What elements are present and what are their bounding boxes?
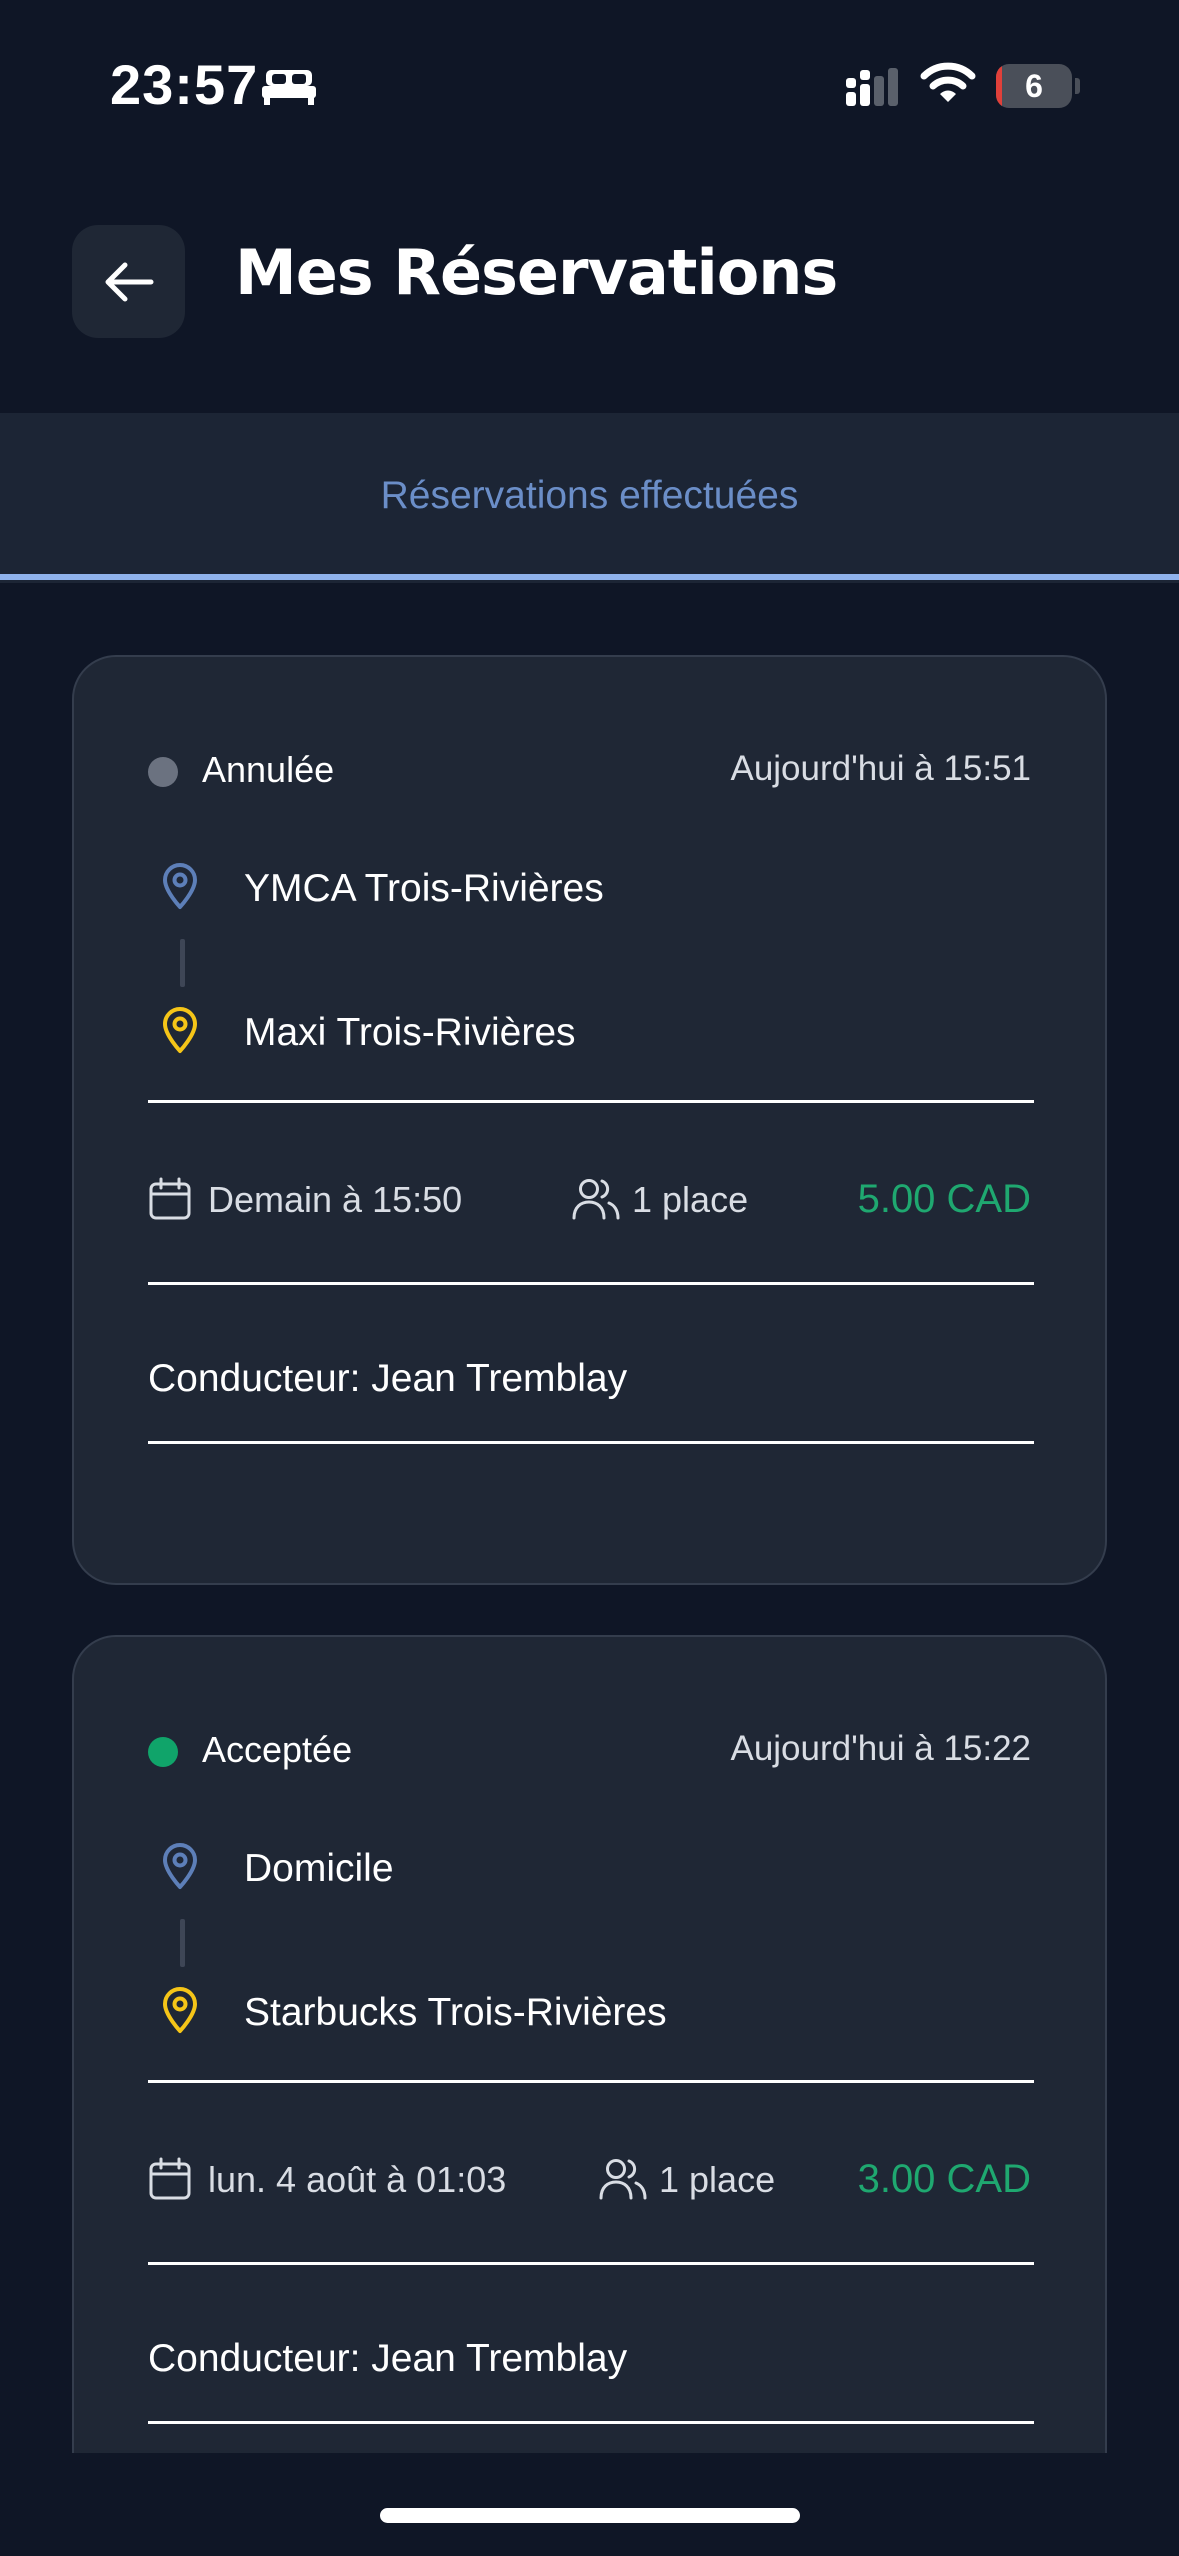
price: 5.00 CAD <box>857 1177 1031 1221</box>
bed-icon <box>262 70 316 105</box>
dropoff-location: Starbucks Trois-Rivières <box>244 1991 667 2034</box>
seat-count: 1 place <box>632 1179 749 1220</box>
pickup-location: Domicile <box>244 1847 394 1890</box>
page-title: Mes Réservations <box>235 236 838 309</box>
dropoff-pin-icon <box>163 1987 197 2033</box>
users-icon <box>599 2159 647 2200</box>
divider <box>148 2421 1034 2424</box>
divider <box>148 2080 1034 2083</box>
dropoff-location: Maxi Trois-Rivières <box>244 1011 576 1054</box>
reservation-list[interactable]: Annulée Aujourd'hui à 15:51 YMCA Trois-R… <box>0 583 1179 2453</box>
divider <box>148 1282 1034 1285</box>
calendar-icon <box>149 2157 191 2200</box>
wifi-icon <box>920 62 976 102</box>
pickup-pin-icon <box>163 863 197 909</box>
status-label: Annulée <box>202 749 335 790</box>
users-icon <box>572 1179 620 1220</box>
battery-cap <box>1075 78 1080 94</box>
battery-level: 6 <box>1025 68 1043 104</box>
signal-icon <box>846 68 898 106</box>
back-button[interactable] <box>72 225 185 338</box>
departure-time: Demain à 15:50 <box>208 1179 463 1220</box>
status-dot <box>148 1737 178 1767</box>
status-dot <box>148 757 178 787</box>
price: 3.00 CAD <box>857 2157 1031 2201</box>
status-bar: 23:57 6 <box>0 0 1179 140</box>
pickup-location: YMCA Trois-Rivières <box>244 867 604 910</box>
departure-time: lun. 4 août à 01:03 <box>208 2159 507 2200</box>
battery-icon: 6 <box>996 64 1080 108</box>
divider <box>148 1441 1034 1444</box>
calendar-icon <box>149 1177 191 1220</box>
dropoff-pin-icon <box>163 1007 197 1053</box>
route-line <box>180 939 185 987</box>
status-label: Acceptée <box>202 1729 353 1770</box>
header: Mes Réservations <box>0 140 1179 410</box>
arrow-left-icon <box>105 262 153 301</box>
battery-body: 6 <box>996 64 1072 108</box>
divider <box>148 2262 1034 2265</box>
reservation-card[interactable]: Annulée Aujourd'hui à 15:51 YMCA Trois-R… <box>72 655 1107 1585</box>
pickup-pin-icon <box>163 1843 197 1889</box>
divider <box>148 1100 1034 1103</box>
status-time: 23:57 <box>110 53 259 116</box>
tab-underline <box>0 574 1179 580</box>
driver-name: Conducteur: Jean Tremblay <box>148 1357 628 1400</box>
tab-bar: Réservations effectuées <box>0 413 1179 583</box>
route-line <box>180 1919 185 1967</box>
created-at: Aujourd'hui à 15:51 <box>730 749 1031 788</box>
seat-count: 1 place <box>659 2159 776 2200</box>
tab-reservations-effectuees[interactable]: Réservations effectuées <box>0 413 1179 579</box>
reservation-card[interactable]: Acceptée Aujourd'hui à 15:22 Domicile St… <box>72 1635 1107 2453</box>
created-at: Aujourd'hui à 15:22 <box>730 1729 1031 1768</box>
driver-name: Conducteur: Jean Tremblay <box>148 2337 628 2380</box>
home-indicator <box>380 2508 800 2523</box>
